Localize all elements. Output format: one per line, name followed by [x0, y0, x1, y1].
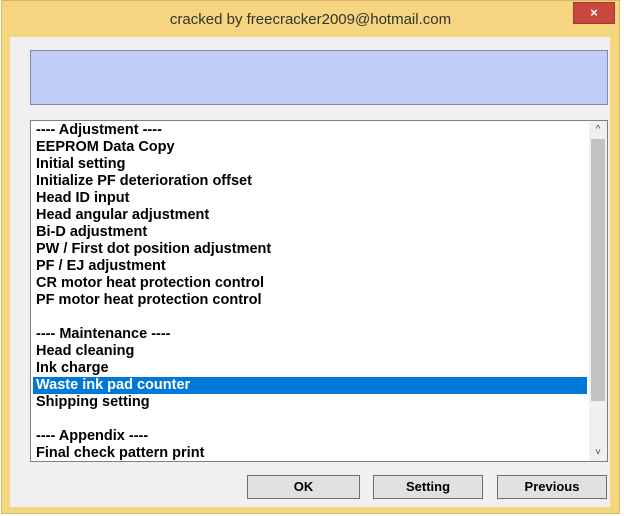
- list-item[interactable]: CR motor heat protection control: [33, 275, 587, 292]
- dialog-client-area: ---- Adjustment ---- EEPROM Data Copy Init…: [10, 37, 610, 507]
- list-item[interactable]: Waste ink pad counter: [33, 377, 587, 394]
- list-item[interactable]: Bi-D adjustment: [33, 224, 587, 241]
- list-item[interactable]: Head cleaning: [33, 343, 587, 360]
- function-listbox[interactable]: ---- Adjustment ---- EEPROM Data Copy Init…: [30, 120, 608, 462]
- list-item[interactable]: ---- Adjustment ----: [33, 122, 587, 139]
- list-item[interactable]: PF / EJ adjustment: [33, 258, 587, 275]
- list-item[interactable]: Initialize PF deterioration offset: [33, 173, 587, 190]
- window-title: cracked by freecracker2009@hotmail.com: [169, 11, 452, 28]
- ok-button[interactable]: OK: [247, 475, 360, 499]
- close-icon: ×: [590, 5, 598, 20]
- dialog-window: cracked by freecracker2009@hotmail.com ×…: [1, 0, 620, 514]
- list-item[interactable]: Ink charge: [33, 360, 587, 377]
- vertical-scrollbar[interactable]: ^ ˅: [589, 121, 607, 461]
- list-item[interactable]: ---- Appendix ----: [33, 428, 587, 445]
- scroll-thumb[interactable]: [591, 139, 605, 401]
- list-item[interactable]: ---- Maintenance ----: [33, 326, 587, 343]
- list-item[interactable]: Head angular adjustment: [33, 207, 587, 224]
- list-item[interactable]: PW / First dot position adjustment: [33, 241, 587, 258]
- previous-button[interactable]: Previous: [497, 475, 607, 499]
- list-item[interactable]: PF motor heat protection control: [33, 292, 587, 309]
- list-item[interactable]: Final check pattern print: [33, 445, 587, 461]
- list-items: ---- Adjustment ---- EEPROM Data Copy Init…: [33, 122, 587, 461]
- message-box: [30, 50, 608, 105]
- title-bar[interactable]: cracked by freecracker2009@hotmail.com ×: [2, 1, 619, 39]
- scroll-up-arrow-icon[interactable]: ^: [589, 121, 607, 138]
- close-button[interactable]: ×: [573, 2, 615, 24]
- scroll-down-arrow-icon[interactable]: ˅: [589, 444, 607, 461]
- list-item[interactable]: Head ID input: [33, 190, 587, 207]
- list-item[interactable]: Shipping setting: [33, 394, 587, 411]
- list-item[interactable]: Initial setting: [33, 156, 587, 173]
- list-item[interactable]: EEPROM Data Copy: [33, 139, 587, 156]
- setting-button[interactable]: Setting: [373, 475, 483, 499]
